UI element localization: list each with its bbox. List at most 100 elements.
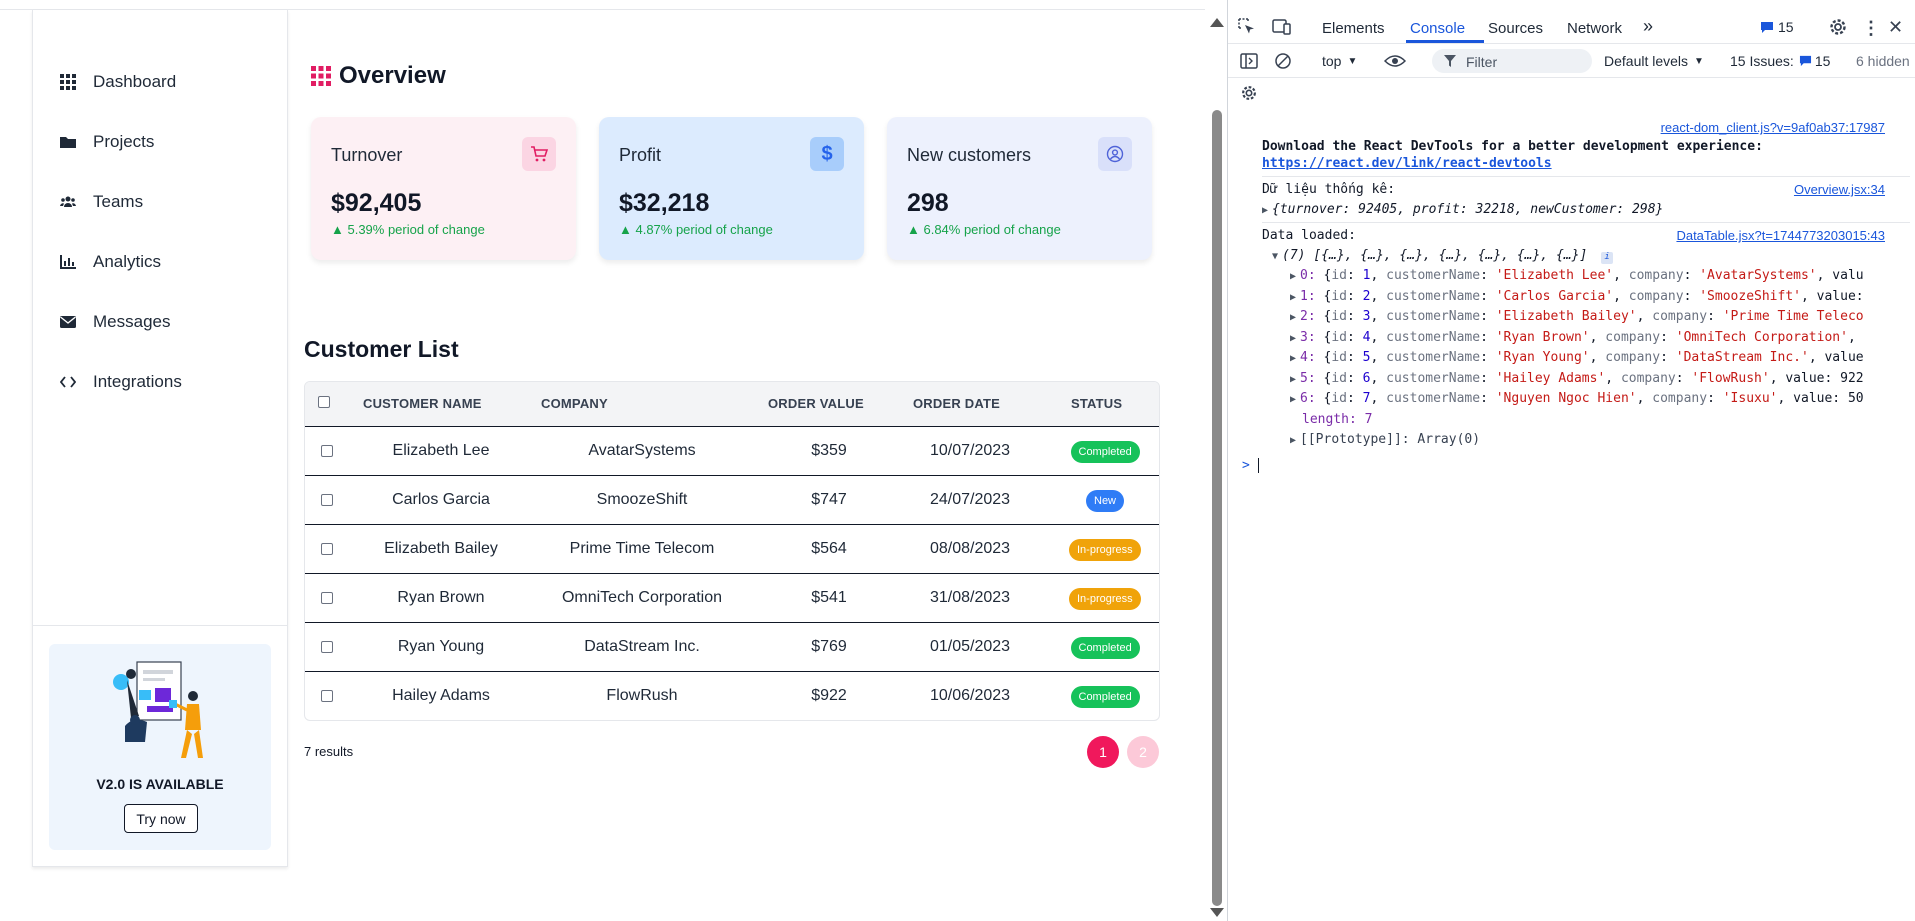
page-button-2[interactable]: 2	[1127, 736, 1159, 768]
source-link[interactable]: react-dom_client.js?v=9af0ab37:17987	[1661, 120, 1885, 135]
filter-placeholder: Filter	[1466, 54, 1498, 70]
results-count: 7 results	[304, 744, 354, 759]
scroll-up-arrow[interactable]	[1210, 18, 1224, 27]
try-now-button[interactable]: Try now	[124, 804, 198, 833]
more-tabs-icon[interactable]: »	[1643, 16, 1653, 37]
order-date-cell: 08/08/2023	[929, 540, 1011, 557]
column-status[interactable]: STATUS	[1071, 396, 1122, 411]
column-order-date[interactable]: ORDER DATE	[913, 396, 1000, 411]
table-row[interactable]: Elizabeth Bailey Prime Time Telecom $564 08…	[305, 525, 1159, 574]
kebab-menu-icon[interactable]: ⋮	[1862, 18, 1880, 39]
sidebar-item-teams[interactable]: Teams	[59, 187, 143, 217]
hidden-count: 6 hidden	[1856, 53, 1910, 69]
page-scrollbar[interactable]	[1205, 10, 1227, 921]
text-cursor	[1257, 458, 1259, 473]
issues-badge-count: 15	[1778, 19, 1794, 35]
log-levels-dropdown[interactable]: Default levels ▼	[1604, 53, 1704, 69]
row-checkbox[interactable]	[321, 690, 333, 702]
clear-console-icon[interactable]	[1274, 52, 1292, 70]
array-entry[interactable]: ▶ 5: {id: 6, customerName: 'Hailey Adams'…	[1290, 371, 1864, 386]
customer-name-cell: Elizabeth Lee	[392, 442, 490, 459]
tab-elements[interactable]: Elements	[1322, 20, 1385, 37]
sidebar-item-integrations[interactable]: Integrations	[59, 367, 182, 397]
scrollbar-thumb[interactable]	[1212, 110, 1222, 906]
tab-console[interactable]: Console	[1410, 20, 1465, 37]
array-entry[interactable]: ▶ 2: {id: 3, customerName: 'Elizabeth Bai…	[1290, 309, 1864, 324]
customer-name-cell: Elizabeth Bailey	[384, 540, 498, 557]
issues-badge[interactable]: 15	[1760, 19, 1794, 35]
sidebar-item-dashboard[interactable]: Dashboard	[59, 67, 176, 97]
sidebar-toggle-icon[interactable]	[1240, 52, 1258, 70]
filter-input[interactable]: Filter	[1432, 49, 1592, 73]
source-link[interactable]: DataTable.jsx?t=1744773203015:43	[1676, 228, 1885, 243]
status-badge: In-progress	[1069, 539, 1141, 561]
stats-object[interactable]: ▶ {turnover: 92405, profit: 32218, newCus…	[1262, 202, 1663, 217]
issues-counter[interactable]: 15 Issues: 15	[1730, 53, 1830, 69]
settings-gear-icon[interactable]	[1828, 17, 1848, 37]
promo-title: V2.0 IS AVAILABLE	[96, 776, 224, 792]
chevron-down-icon: ▼	[1347, 55, 1358, 67]
array-summary[interactable]: ▼ (7) [{…}, {…}, {…}, {…}, {…}, {…}, {…}]…	[1272, 248, 1614, 264]
prompt-chevron-icon: >	[1242, 458, 1250, 473]
page-button-1[interactable]: 1	[1087, 736, 1119, 768]
row-checkbox[interactable]	[321, 445, 333, 457]
close-icon[interactable]: ✕	[1888, 17, 1903, 38]
card-label: New customers	[907, 145, 1032, 165]
inspect-element-icon[interactable]	[1238, 18, 1256, 36]
column-customer-name[interactable]: CUSTOMER NAME	[363, 396, 482, 411]
card-change: ▲ 6.84% period of change	[907, 222, 1061, 237]
column-company[interactable]: COMPANY	[541, 396, 608, 411]
customer-table: CUSTOMER NAME COMPANY ORDER VALUE ORDER …	[304, 381, 1160, 721]
array-entry[interactable]: ▶ 1: {id: 2, customerName: 'Carlos Garcia…	[1290, 289, 1864, 304]
order-date-cell: 24/07/2023	[929, 491, 1011, 508]
status-badge: In-progress	[1069, 588, 1141, 610]
console-settings-gear-icon[interactable]	[1240, 84, 1258, 102]
select-all-checkbox[interactable]	[318, 396, 330, 408]
row-checkbox[interactable]	[321, 641, 333, 653]
array-entry[interactable]: ▶ 0: {id: 1, customerName: 'Elizabeth Lee…	[1290, 268, 1864, 283]
scroll-down-arrow[interactable]	[1210, 908, 1224, 917]
profit-card: Profit $32,218 ▲ 4.87% period of change …	[599, 117, 864, 260]
row-checkbox[interactable]	[321, 494, 333, 506]
customer-name-cell: Carlos Garcia	[392, 491, 490, 508]
device-toolbar-icon[interactable]	[1272, 18, 1292, 36]
card-label: Turnover	[331, 145, 403, 165]
expand-triangle-icon: ▶	[1290, 373, 1297, 385]
row-checkbox[interactable]	[321, 592, 333, 604]
table-row[interactable]: Hailey Adams FlowRush $922 10/06/2023 Comple…	[305, 672, 1159, 720]
tab-network[interactable]: Network	[1567, 20, 1622, 37]
cart-icon	[522, 137, 556, 171]
expand-triangle-icon: ▶	[1290, 394, 1297, 405]
active-tab-indicator	[1406, 40, 1484, 43]
sidebar-item-messages[interactable]: Messages	[59, 307, 170, 337]
console-prompt[interactable]: >	[1242, 458, 1259, 473]
expand-triangle-icon: ▶	[1290, 291, 1297, 303]
table-row[interactable]: Elizabeth Lee AvatarSystems $359 10/07/2023…	[305, 427, 1159, 476]
table-row[interactable]: Ryan Brown OmniTech Corporation $541 31/08/…	[305, 574, 1159, 623]
array-entry[interactable]: ▶ 4: {id: 5, customerName: 'Ryan Young', …	[1290, 350, 1864, 365]
expand-triangle-icon: ▶	[1290, 271, 1297, 282]
promo-illustration	[113, 661, 203, 758]
row-checkbox[interactable]	[321, 543, 333, 555]
table-row[interactable]: Ryan Young DataStream Inc. $769 01/05/2023 C…	[305, 623, 1159, 672]
array-entry[interactable]: ▶ 6: {id: 7, customerName: 'Nguyen Ngoc H…	[1290, 391, 1864, 406]
issues-label: 15 Issues:	[1730, 53, 1794, 69]
devtools-url-link[interactable]: https://react.dev/link/react-devtools	[1262, 156, 1552, 171]
order-date-cell: 10/06/2023	[929, 687, 1011, 704]
context-selector[interactable]: top ▼	[1322, 53, 1357, 69]
sidebar-item-label: Integrations	[93, 372, 182, 391]
array-entry[interactable]: ▶ 3: {id: 4, customerName: 'Ryan Brown', …	[1290, 330, 1856, 345]
sidebar-item-projects[interactable]: Projects	[59, 127, 154, 157]
grid-icon	[59, 73, 77, 91]
source-link[interactable]: Overview.jsx:34	[1794, 182, 1885, 197]
live-expression-eye-icon[interactable]	[1384, 52, 1406, 70]
context-label: top	[1322, 53, 1342, 69]
array-prototype[interactable]: ▶ [[Prototype]]: Array(0)	[1290, 432, 1480, 447]
column-order-value[interactable]: ORDER VALUE	[768, 396, 864, 411]
log-levels-label: Default levels	[1604, 53, 1689, 69]
console-message: Dữ liệu thống kê:	[1262, 182, 1396, 197]
order-date-cell: 10/07/2023	[929, 442, 1011, 459]
tab-sources[interactable]: Sources	[1488, 20, 1543, 37]
sidebar-item-analytics[interactable]: Analytics	[59, 247, 161, 277]
table-row[interactable]: Carlos Garcia SmoozeShift $747 24/07/2023 Ne…	[305, 476, 1159, 525]
